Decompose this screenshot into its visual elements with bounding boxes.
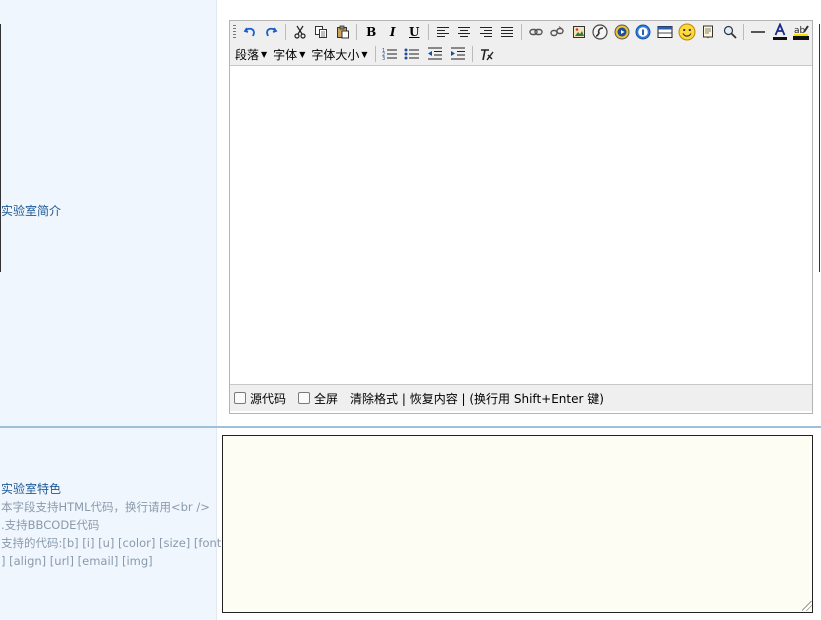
hint-line-3: 支持的代码:[b] [i] [u] [color] [size] [font xyxy=(1,536,222,550)
table-icon[interactable] xyxy=(656,22,675,42)
redo-icon[interactable] xyxy=(262,22,281,42)
rich-text-editor: B I U ab 段落 ▼ 字体 ▼ 字体大小 ▼ 1 2 3 源代码 全屏 清… xyxy=(229,20,813,414)
hint-line-4: ] [align] [url] [email] [img] xyxy=(1,554,153,568)
toolbar-separator xyxy=(428,24,429,40)
fullscreen-toggle[interactable]: 全屏 xyxy=(298,390,338,407)
editor-content-area[interactable] xyxy=(230,66,812,385)
font-dropdown[interactable]: 字体 ▼ xyxy=(271,46,309,63)
align-justify-icon[interactable] xyxy=(498,22,517,42)
italic-icon[interactable]: I xyxy=(383,22,402,42)
hr-icon[interactable] xyxy=(749,22,768,42)
toolbar-row-1: B I U ab xyxy=(230,21,812,43)
smiley-icon[interactable] xyxy=(677,22,696,42)
copy-icon[interactable] xyxy=(312,22,331,42)
toolbar-separator xyxy=(743,24,745,40)
font-color-icon[interactable] xyxy=(770,22,789,42)
border-line-right xyxy=(819,24,820,272)
editor-footer: 源代码 全屏 清除格式 | 恢复内容 | (换行用 Shift+Enter 键) xyxy=(230,385,812,411)
unlink-icon[interactable] xyxy=(548,22,567,42)
svg-text:3: 3 xyxy=(382,56,385,61)
paste-icon[interactable] xyxy=(333,22,352,42)
row-divider xyxy=(0,426,821,428)
source-code-checkbox[interactable] xyxy=(234,392,246,404)
outdent-icon[interactable] xyxy=(425,44,445,64)
toolbar-separator xyxy=(471,46,473,62)
fullscreen-label: 全屏 xyxy=(314,391,339,406)
highlight-icon[interactable]: ab xyxy=(792,22,811,42)
cut-icon[interactable] xyxy=(290,22,309,42)
link-icon[interactable] xyxy=(526,22,545,42)
hint-line-2: .支持BBCODE代码 xyxy=(1,518,100,532)
chevron-down-icon: ▼ xyxy=(261,49,268,59)
resize-handle-icon[interactable] xyxy=(802,601,812,611)
unordered-list-icon[interactable] xyxy=(402,44,422,64)
source-code-label: 源代码 xyxy=(250,391,287,406)
toolbar-separator xyxy=(284,24,286,40)
lab-features-textarea[interactable] xyxy=(222,435,813,613)
image-icon[interactable] xyxy=(569,22,588,42)
border-line-left xyxy=(0,24,1,272)
align-center-icon[interactable] xyxy=(455,22,474,42)
flash-icon[interactable] xyxy=(591,22,610,42)
media-icon[interactable] xyxy=(612,22,631,42)
font-size-dropdown-label: 字体大小 xyxy=(311,47,360,62)
indent-icon[interactable] xyxy=(448,44,468,64)
lab-features-label: 实验室特色 xyxy=(1,482,62,496)
field-hint: 本字段支持HTML代码，换行请用<br /> .支持BBCODE代码 支持的代码… xyxy=(1,498,222,570)
info-icon[interactable] xyxy=(634,22,653,42)
ordered-list-icon[interactable]: 123 xyxy=(380,44,400,64)
toolbar-separator xyxy=(521,24,523,40)
editor-toolbar: B I U ab 段落 ▼ 字体 ▼ 字体大小 ▼ 1 2 3 xyxy=(230,21,812,66)
editor-footer-links[interactable]: 清除格式 | 恢复内容 | (换行用 Shift+Enter 键) xyxy=(350,390,604,407)
hint-line-1: 本字段支持HTML代码，换行请用<br /> xyxy=(1,500,210,514)
font-size-dropdown[interactable]: 字体大小 ▼ xyxy=(309,46,371,63)
paragraph-dropdown[interactable]: 段落 ▼ xyxy=(232,46,271,63)
align-left-icon[interactable] xyxy=(433,22,452,42)
source-code-toggle[interactable]: 源代码 xyxy=(234,390,286,407)
paragraph-dropdown-label: 段落 xyxy=(235,47,260,62)
align-right-icon[interactable] xyxy=(476,22,495,42)
toolbar-separator xyxy=(374,46,376,62)
fullscreen-checkbox[interactable] xyxy=(298,392,311,404)
toolbar-separator xyxy=(356,24,358,40)
font-dropdown-label: 字体 xyxy=(273,47,298,62)
toolbar-row-2: 段落 ▼ 字体 ▼ 字体大小 ▼ 123 xyxy=(230,43,812,65)
lab-intro-label: 实验室简介 xyxy=(1,204,62,218)
page-icon[interactable] xyxy=(699,22,718,42)
toolbar-grip-icon[interactable] xyxy=(233,25,236,39)
search-icon[interactable] xyxy=(720,22,739,42)
bold-icon[interactable]: B xyxy=(362,22,381,42)
chevron-down-icon: ▼ xyxy=(299,49,306,59)
chevron-down-icon: ▼ xyxy=(361,49,368,59)
underline-icon[interactable]: U xyxy=(405,22,424,42)
remove-format-icon[interactable] xyxy=(477,44,497,64)
undo-icon[interactable] xyxy=(240,22,259,42)
